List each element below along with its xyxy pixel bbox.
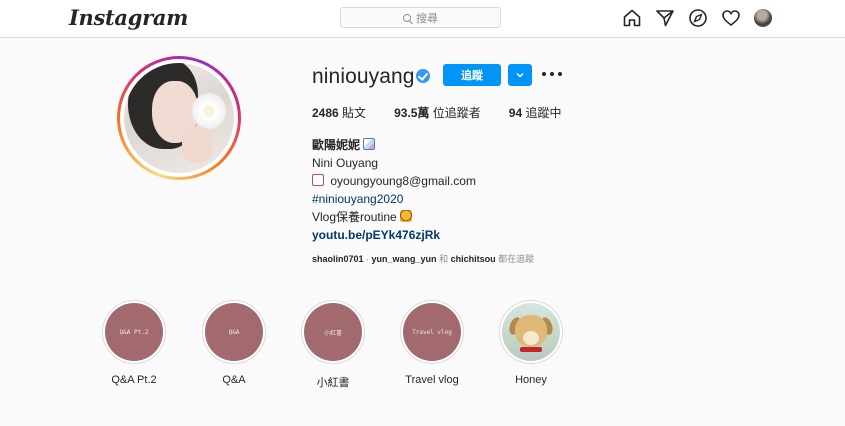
posts-count: 2486 (312, 106, 339, 120)
bio-name-line: Nini Ouyang (312, 156, 379, 170)
highlight-cover: Q&A Pt.2 (105, 303, 163, 361)
unicorn-emoji-icon (363, 138, 376, 150)
profile-picture-ring[interactable] (117, 56, 241, 180)
mutual-user-1[interactable]: shaolin0701 (312, 254, 364, 264)
highlight-label: Honey (515, 374, 547, 386)
followed-by-line[interactable]: shaolin0701 · yun_wang_yun 和 chichitsou … (312, 252, 534, 265)
search-input[interactable]: 搜尋 (340, 7, 501, 28)
highlight-cover: Travel vlog (403, 303, 461, 361)
profile-stats: 2486 貼文 93.5萬 位追蹤者 94 追蹤中 (312, 104, 590, 121)
followed-by-suffix: 都在追蹤 (498, 254, 535, 264)
top-navigation-bar: Instagram 搜尋 (0, 0, 845, 38)
highlight-ring (499, 300, 563, 364)
more-options-icon[interactable] (542, 66, 562, 82)
following-label: 追蹤中 (525, 106, 562, 120)
profile-bio: 歐陽妮妮 Nini Ouyang oyoungyoung8@gmail.com … (312, 136, 476, 244)
highlight-label: 小紅書 (316, 377, 350, 389)
search-icon (403, 13, 411, 22)
highlight-qa[interactable]: Q&A Q&A (194, 300, 274, 386)
mutual-user-3[interactable]: chichitsou (451, 254, 496, 264)
followers-stat[interactable]: 93.5萬 位追蹤者 (394, 104, 481, 121)
highlight-travel-vlog[interactable]: Travel vlog Travel vlog (392, 300, 472, 386)
highlight-ring: 小紅書 (301, 300, 365, 364)
search-placeholder: 搜尋 (416, 12, 438, 25)
separator: · (363, 254, 372, 264)
posts-label: 貼文 (342, 106, 367, 120)
tiger-emoji-icon (400, 210, 413, 222)
highlight-label: Travel vlog (405, 374, 459, 386)
home-icon[interactable] (622, 8, 642, 28)
profile-avatar[interactable] (754, 9, 772, 27)
suggested-accounts-button[interactable] (508, 64, 532, 86)
mutual-user-2[interactable]: yun_wang_yun (372, 254, 437, 264)
activity-heart-icon[interactable] (721, 8, 741, 28)
envelope-emoji-icon (312, 174, 324, 186)
and-label: 和 (439, 254, 449, 264)
followers-label: 位追蹤者 (432, 106, 481, 120)
dog-photo-cover (502, 303, 560, 361)
profile-picture-border (120, 59, 238, 177)
highlight-xiaohongshu[interactable]: 小紅書 小紅書 (293, 300, 373, 390)
highlight-ring: Travel vlog (400, 300, 464, 364)
highlight-cover: Q&A (205, 303, 263, 361)
explore-icon[interactable] (688, 8, 708, 28)
highlight-qa-pt2[interactable]: Q&A Pt.2 Q&A Pt.2 (94, 300, 174, 386)
profile-username: niniouyang (312, 65, 415, 88)
bio-vlog-line: Vlog保養routine (312, 210, 397, 224)
following-stat[interactable]: 94 追蹤中 (509, 104, 562, 121)
display-name: 歐陽妮妮 (312, 138, 361, 152)
nav-icons (622, 8, 785, 28)
highlight-ring: Q&A Pt.2 (102, 300, 166, 364)
verified-badge-icon (416, 69, 430, 83)
highlight-label: Q&A (222, 374, 246, 386)
profile-picture (124, 63, 234, 173)
posts-stat: 2486 貼文 (312, 104, 366, 121)
followers-count: 93.5萬 (394, 106, 430, 120)
highlight-label: Q&A Pt.2 (111, 374, 157, 386)
following-count: 94 (508, 106, 523, 120)
chevron-down-icon (516, 72, 524, 78)
direct-message-icon[interactable] (655, 8, 675, 28)
bio-email: oyoungyoung8@gmail.com (330, 174, 476, 188)
highlight-cover: 小紅書 (304, 303, 362, 361)
bio-external-link[interactable]: youtu.be/pEYk476zjRk (312, 226, 476, 244)
instagram-logo[interactable]: Instagram (69, 5, 188, 30)
highlight-ring: Q&A (202, 300, 266, 364)
follow-button[interactable]: 追蹤 (443, 64, 501, 86)
bio-hashtag-link[interactable]: #niniouyang2020 (312, 190, 476, 208)
highlight-honey[interactable]: Honey (491, 300, 571, 386)
